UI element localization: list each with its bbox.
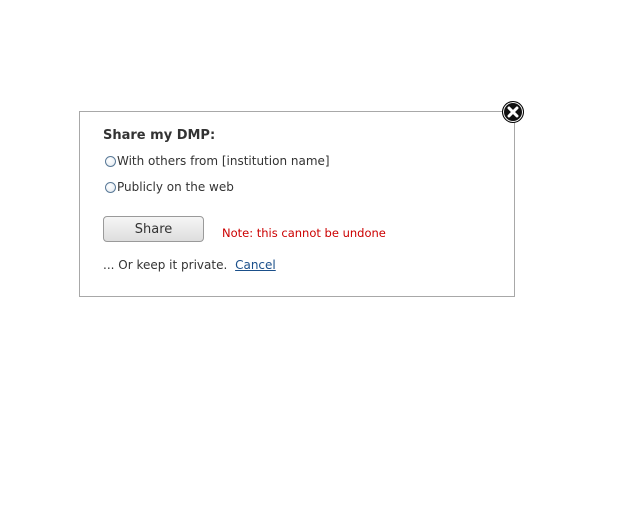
radio-public[interactable] xyxy=(105,181,116,193)
option-institution[interactable]: With others from [institution name] xyxy=(105,154,330,168)
cancel-link[interactable]: Cancel xyxy=(235,258,276,272)
share-button[interactable]: Share xyxy=(103,216,204,242)
keep-private-text: ... Or keep it private. xyxy=(103,258,228,272)
keep-private-row: ... Or keep it private. Cancel xyxy=(103,258,276,272)
option-institution-label[interactable]: With others from [institution name] xyxy=(117,154,330,168)
close-icon xyxy=(507,106,519,118)
close-button[interactable] xyxy=(502,101,524,123)
dialog-title: Share my DMP: xyxy=(103,128,216,143)
radio-institution[interactable] xyxy=(105,155,116,167)
share-dmp-dialog: Share my DMP: With others from [institut… xyxy=(79,111,515,297)
option-public[interactable]: Publicly on the web xyxy=(105,180,234,194)
warning-note: Note: this cannot be undone xyxy=(222,226,386,240)
option-public-label[interactable]: Publicly on the web xyxy=(117,180,234,194)
page: Share my DMP: With others from [institut… xyxy=(0,0,644,515)
